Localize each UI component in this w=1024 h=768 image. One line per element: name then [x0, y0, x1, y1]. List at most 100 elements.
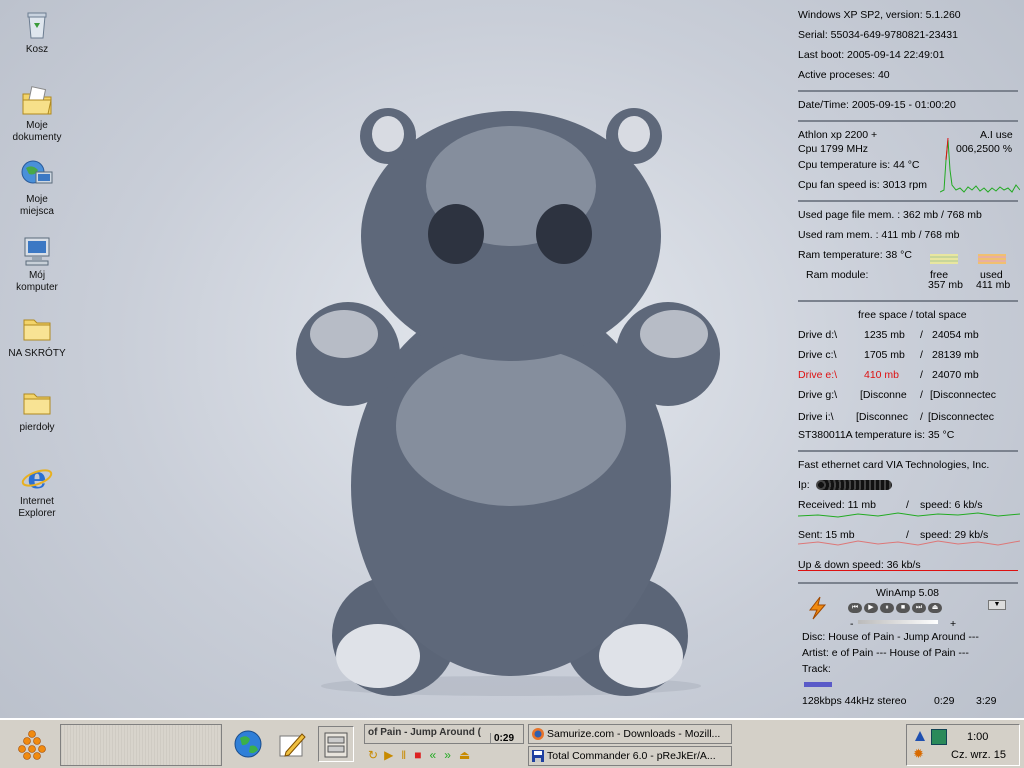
tray-sun-icon[interactable]: ✹ [913, 747, 927, 761]
winamp-title: WinAmp 5.08 [876, 587, 940, 599]
volume-slider[interactable] [858, 620, 938, 624]
desktop-icon-na-skroty[interactable]: NA SKRÓTY [4, 312, 70, 360]
winamp-mini-prev-icon[interactable]: ↻ [368, 748, 378, 762]
winamp-mini-forward-icon[interactable]: » [444, 748, 451, 762]
winamp-mini-pause-icon[interactable]: ‖ [401, 748, 406, 762]
folder-icon [20, 386, 54, 420]
desktop-icon-pierdoly[interactable]: pierdoły [4, 386, 70, 434]
winamp-menu-dropdown[interactable]: ▼ [988, 600, 1006, 610]
winamp-mini-stop-icon[interactable]: ■ [414, 748, 421, 762]
winamp-mini-play-icon[interactable]: ▶ [384, 748, 393, 762]
hdd-temperature: ST380011A temperature is: 35 °C [798, 429, 955, 441]
folder-icon [20, 312, 54, 346]
desktop-icon-label: pierdoły [19, 422, 55, 433]
samurize-system-monitor: Windows XP SP2, version: 5.1.260 Serial:… [794, 0, 1024, 718]
taskbar-window-title: Samurize.com - Downloads - Mozill... [547, 728, 721, 740]
drive-d-free: 1235 mb [864, 329, 905, 341]
track-progress-bar[interactable] [804, 682, 832, 687]
total-commander-quicklaunch[interactable] [318, 726, 354, 762]
firefox-icon [531, 727, 545, 741]
taskbar-window-total-commander[interactable]: Total Commander 6.0 - pReJkEr/A... [528, 746, 732, 766]
file-cabinet-icon [324, 732, 348, 758]
desktop-icon-network-places[interactable]: Moje miejsca [4, 158, 70, 218]
cpu-frequency: Cpu 1799 MHz [798, 143, 869, 155]
clock-date[interactable]: Cz. wrz. 15 [951, 749, 1006, 761]
ram-free-value: 357 mb [928, 279, 964, 291]
drive-e-total: 24070 mb [932, 369, 979, 381]
drive-i-total: [Disconnectec [928, 411, 994, 423]
page-file-memory: Used page file mem. : 362 mb / 768 mb [798, 209, 982, 221]
drive-g-total: [Disconnectec [930, 389, 996, 401]
start-menu-icon[interactable] [16, 728, 48, 760]
tray-app-icon[interactable] [913, 729, 927, 743]
drive-slash: / [920, 411, 923, 423]
drive-slash: / [920, 369, 923, 381]
globe-icon[interactable] [232, 728, 264, 760]
drives-header: free space / total space [858, 309, 967, 321]
desktop-icon-label: Mój komputer [16, 270, 58, 293]
clock-time[interactable]: 1:00 [967, 731, 988, 743]
desktop-icon-internet-explorer[interactable]: e Internet Explorer [4, 460, 70, 520]
taskbar-window-title: Total Commander 6.0 - pReJkEr/A... [547, 750, 716, 762]
my-computer-icon [20, 234, 54, 268]
drive-g-free: [Disconne [860, 389, 907, 401]
os-version: Windows XP SP2, version: 5.1.260 [798, 9, 961, 21]
ip-redacted [816, 480, 892, 490]
next-button[interactable]: ⏭ [912, 603, 926, 613]
divider [798, 200, 1018, 202]
drive-c-free: 1705 mb [864, 349, 905, 361]
ram-used-bar [978, 254, 1006, 264]
edit-pencil-icon[interactable] [276, 728, 308, 760]
download-graph [798, 512, 1020, 518]
ram-free-bar [930, 254, 958, 264]
taskbar-window-mozilla[interactable]: Samurize.com - Downloads - Mozill... [528, 724, 732, 744]
recycle-bin-icon [20, 8, 54, 42]
desktop-icon-label: Moje miejsca [20, 194, 54, 217]
tray-network-icon[interactable] [931, 729, 947, 745]
eject-button[interactable]: ⏏ [928, 603, 942, 613]
upload-graph [798, 540, 1020, 546]
winamp-mini-eject-icon[interactable]: ⏏ [459, 748, 470, 762]
last-boot: Last boot: 2005-09-14 22:49:01 [798, 49, 945, 61]
winamp-lightning-icon [806, 596, 830, 620]
taskbar: of Pain - Jump Around (0:29 ↻ ▶ ‖ ■ « » ⏏ Samu… [0, 718, 1024, 768]
drive-c-total: 28139 mb [932, 349, 979, 361]
winamp-time: 0:29 [490, 733, 515, 743]
ram-module-label: Ram module: [806, 269, 869, 281]
desktop-icon-my-computer[interactable]: Mój komputer [4, 234, 70, 294]
drive-e-name: Drive e:\ [798, 369, 838, 381]
winamp-total: 3:29 [976, 695, 997, 707]
drive-d-total: 24054 mb [932, 329, 979, 341]
drive-slash: / [920, 329, 923, 341]
drive-d-name: Drive d:\ [798, 329, 838, 341]
pause-button[interactable]: ⏸ [880, 603, 894, 613]
desktop-icon-recycle-bin[interactable]: Kosz [4, 8, 70, 56]
winamp-mini-rewind-icon[interactable]: « [430, 748, 437, 762]
ram-temperature: Ram temperature: 38 °C [798, 249, 912, 261]
winamp-elapsed: 0:29 [934, 695, 955, 707]
active-processes: Active proceses: 40 [798, 69, 890, 81]
stop-button[interactable]: ■ [896, 603, 910, 613]
volume-minus[interactable]: - [850, 617, 854, 631]
ram-used-value: 411 mb [976, 279, 1011, 291]
divider [798, 582, 1018, 584]
cpu-usage-graph [940, 137, 1020, 193]
winamp-track-label: Track: [802, 663, 831, 675]
drive-e-free: 410 mb [864, 369, 900, 381]
internet-explorer-icon: e [20, 460, 54, 496]
winamp-bitrate: 128kbps 44kHz stereo [802, 695, 907, 707]
cpu-fan-speed: Cpu fan speed is: 3013 rpm [798, 179, 927, 191]
drive-g-name: Drive g:\ [798, 389, 838, 401]
svg-text:e: e [27, 461, 46, 494]
ip-label: Ip: [798, 479, 810, 491]
divider [798, 450, 1018, 452]
desktop-icon-my-documents[interactable]: Moje dokumenty [4, 84, 70, 144]
desktop-icon-label: Internet Explorer [18, 496, 56, 519]
ram-memory: Used ram mem. : 411 mb / 768 mb [798, 229, 960, 241]
prev-button[interactable]: ⏮ [848, 603, 862, 613]
volume-plus[interactable]: + [950, 617, 956, 631]
play-button[interactable]: ▶ [864, 603, 878, 613]
winamp-controls: ⏮ ▶ ⏸ ■ ⏭ ⏏ [848, 599, 944, 613]
winamp-taskbar-title[interactable]: of Pain - Jump Around (0:29 [364, 724, 524, 744]
desktop-icon-label: Kosz [25, 44, 49, 55]
